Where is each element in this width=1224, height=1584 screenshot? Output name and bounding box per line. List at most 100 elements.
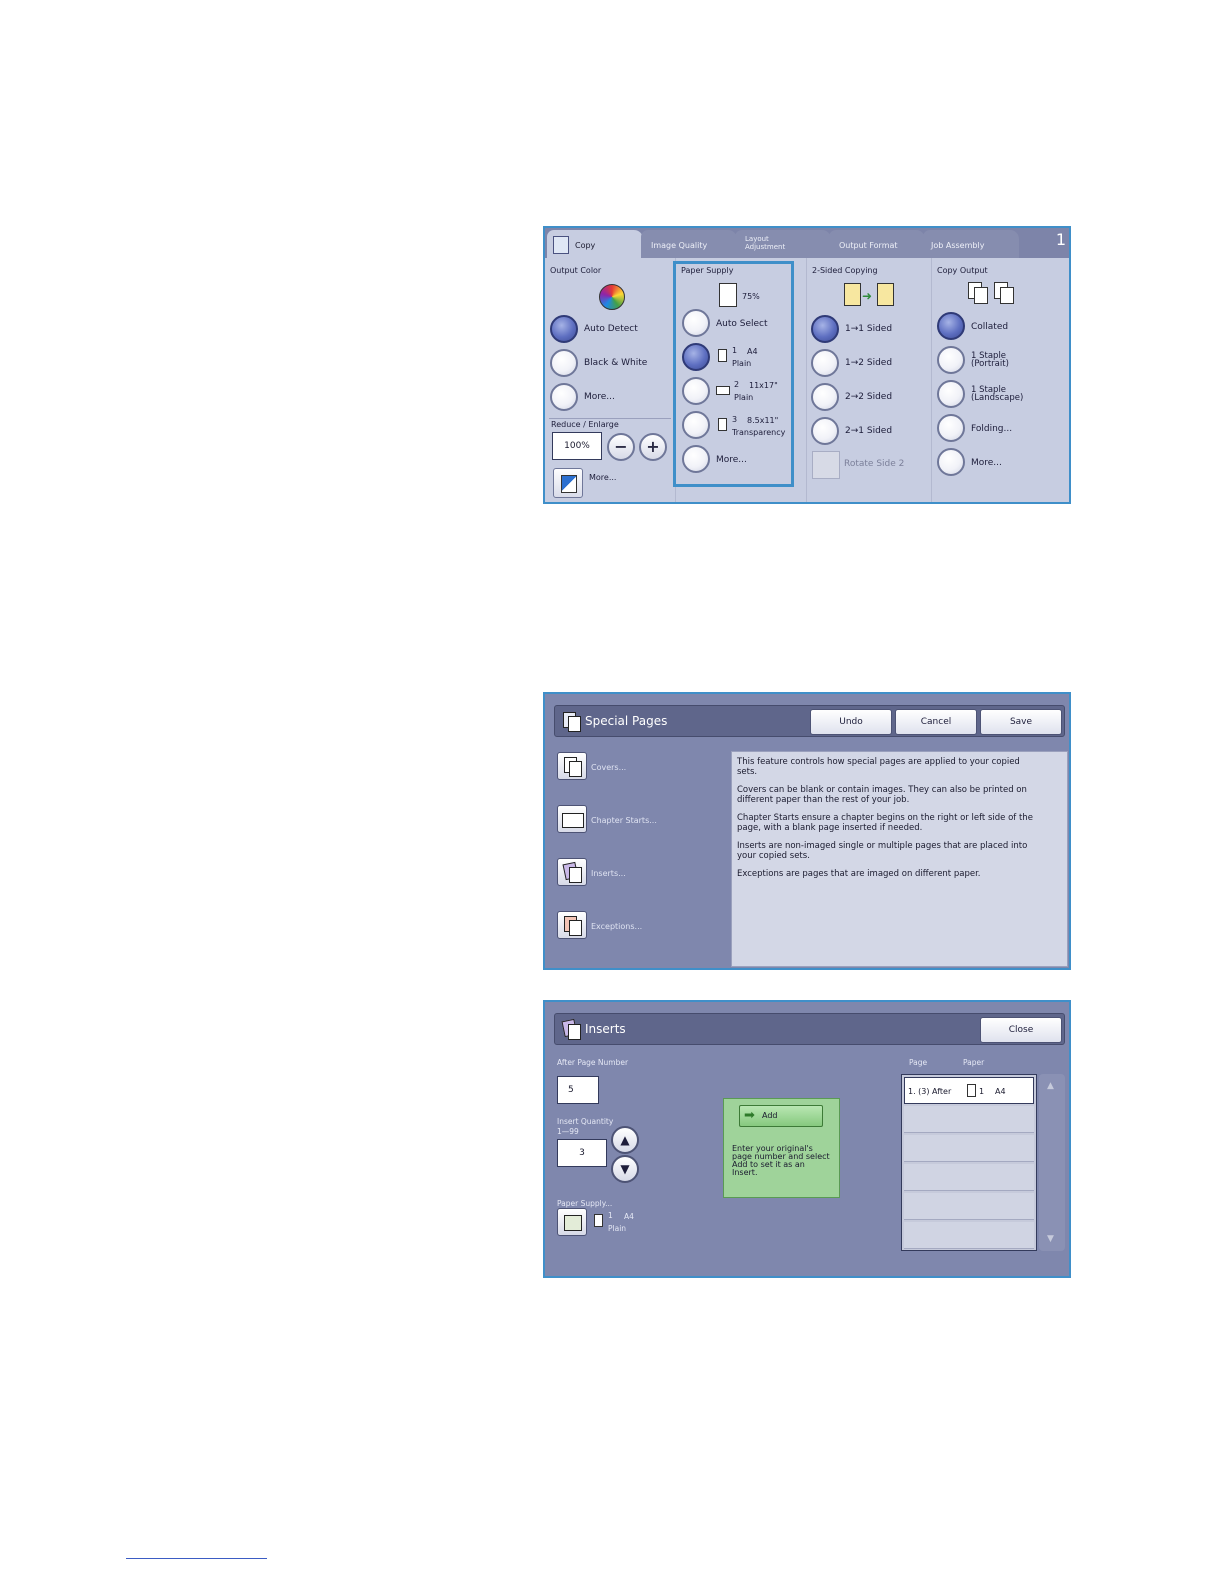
enlarge-plus-button[interactable]: + bbox=[639, 433, 667, 461]
output-color-title: Output Color bbox=[550, 266, 602, 275]
list-scrollbar[interactable]: ▲ ▼ bbox=[1039, 1074, 1065, 1251]
up-arrow-icon: ▲ bbox=[620, 1133, 630, 1147]
folding-radio[interactable] bbox=[937, 414, 965, 442]
save-button[interactable]: Save bbox=[980, 709, 1062, 735]
reduce-enlarge-title: Reduce / Enlarge bbox=[551, 420, 619, 429]
chapter-starts-button[interactable] bbox=[557, 805, 587, 833]
inserts-screen: Inserts Close After Page Number 5 Insert… bbox=[543, 1000, 1071, 1278]
tab-job-assembly[interactable]: Job Assembly bbox=[923, 230, 1019, 258]
undo-button[interactable]: Undo bbox=[810, 709, 892, 735]
inserts-header: Inserts Close bbox=[554, 1013, 1065, 1045]
rotate-side-2-label: Rotate Side 2 bbox=[844, 459, 905, 469]
add-button[interactable]: ➡ Add bbox=[739, 1105, 823, 1127]
auto-detect-label: Auto Detect bbox=[584, 324, 638, 334]
output-color-column: Output Color Auto Detect Black & White M… bbox=[545, 258, 675, 502]
list-item[interactable] bbox=[904, 1193, 1034, 1220]
close-button[interactable]: Close bbox=[980, 1017, 1062, 1043]
staple-landscape-label-2: (Landscape) bbox=[971, 393, 1024, 403]
after-page-number-input[interactable]: 5 bbox=[557, 1076, 599, 1104]
list-item[interactable] bbox=[904, 1164, 1034, 1191]
one-to-two-sided-radio[interactable] bbox=[811, 349, 839, 377]
reduce-enlarge-divider bbox=[549, 418, 671, 419]
inserts-title: Inserts bbox=[585, 1022, 626, 1036]
two-to-one-sided-radio[interactable] bbox=[811, 417, 839, 445]
list-item[interactable]: 1. (3) After 1 A4 bbox=[904, 1077, 1034, 1104]
list-item[interactable] bbox=[904, 1222, 1034, 1249]
special-pages-title: Special Pages bbox=[585, 714, 668, 728]
inserts-button[interactable] bbox=[557, 858, 587, 886]
inserts-icon bbox=[561, 1018, 581, 1040]
chapter-starts-label: Chapter Starts... bbox=[591, 816, 657, 825]
two-sided-column: 2-Sided Copying ➜ 1→1 Sided 1→2 Sided 2→… bbox=[806, 258, 931, 502]
add-help-text: Enter your original's page number and se… bbox=[732, 1144, 830, 1177]
staple-portrait-radio[interactable] bbox=[937, 346, 965, 374]
one-to-one-sided-label: 1→1 Sided bbox=[845, 324, 893, 334]
exceptions-label: Exceptions... bbox=[591, 922, 643, 931]
down-arrow-icon: ▼ bbox=[620, 1162, 630, 1176]
two-sided-icon: ➜ bbox=[844, 283, 894, 306]
tab-copy[interactable]: Copy bbox=[547, 230, 643, 258]
scroll-up-icon[interactable]: ▲ bbox=[1047, 1081, 1054, 1091]
special-pages-screen: Special Pages Undo Cancel Save Covers...… bbox=[543, 692, 1071, 970]
paper-supply-button[interactable] bbox=[557, 1208, 587, 1236]
black-white-radio[interactable] bbox=[550, 349, 578, 377]
insert-quantity-range: 1—99 bbox=[557, 1127, 579, 1136]
arrow-right-icon: ➡ bbox=[744, 1108, 755, 1123]
scale-icon bbox=[561, 475, 577, 493]
reduce-enlarge-more-label: More... bbox=[589, 473, 617, 482]
insert-quantity-label: Insert Quantity bbox=[557, 1117, 614, 1126]
staple-portrait-label-2: (Portrait) bbox=[971, 359, 1009, 369]
paper-size: A4 bbox=[624, 1212, 634, 1221]
staple-landscape-radio[interactable] bbox=[937, 380, 965, 408]
special-pages-header: Special Pages Undo Cancel Save bbox=[554, 705, 1065, 737]
color-wheel-icon bbox=[599, 284, 625, 310]
collated-sets-icon bbox=[968, 282, 1022, 306]
reduce-enlarge-value[interactable]: 100% bbox=[552, 432, 602, 460]
quantity-down-button[interactable]: ▼ bbox=[611, 1155, 639, 1183]
exceptions-button[interactable] bbox=[557, 911, 587, 939]
output-color-more-radio[interactable] bbox=[550, 383, 578, 411]
paper-type: Plain bbox=[608, 1224, 627, 1233]
list-item[interactable] bbox=[904, 1106, 1034, 1133]
two-to-one-sided-label: 2→1 Sided bbox=[845, 426, 893, 436]
special-pages-info-panel: This feature controls how special pages … bbox=[731, 751, 1068, 967]
tab-image-quality[interactable]: Image Quality bbox=[641, 230, 737, 258]
two-sided-title: 2-Sided Copying bbox=[812, 266, 878, 275]
tab-layout-adjustment[interactable]: Layout Adjustment bbox=[735, 230, 831, 258]
list-item[interactable] bbox=[904, 1135, 1034, 1162]
paper-tray-icon bbox=[564, 1215, 582, 1231]
collated-radio[interactable] bbox=[937, 312, 965, 340]
auto-detect-radio[interactable] bbox=[550, 315, 578, 343]
tab-output-format[interactable]: Output Format bbox=[829, 230, 925, 258]
paper-supply-label: Paper Supply... bbox=[557, 1199, 613, 1208]
quantity-up-button[interactable]: ▲ bbox=[611, 1126, 639, 1154]
copy-output-title: Copy Output bbox=[937, 266, 988, 275]
covers-button[interactable] bbox=[557, 752, 587, 780]
page-column-header: Page bbox=[909, 1058, 928, 1067]
chapter-starts-icon bbox=[562, 813, 584, 828]
info-paragraph: Inserts are non-imaged single or multipl… bbox=[737, 841, 1028, 861]
two-to-two-sided-label: 2→2 Sided bbox=[845, 392, 893, 402]
add-insert-panel: ➡ Add Enter your original's page number … bbox=[723, 1098, 840, 1198]
one-to-one-sided-radio[interactable] bbox=[811, 315, 839, 343]
info-paragraph: Exceptions are pages that are imaged on … bbox=[737, 869, 981, 879]
covers-label: Covers... bbox=[591, 763, 627, 772]
tab-count: 1 bbox=[1055, 230, 1066, 249]
insert-quantity-input[interactable]: 3 bbox=[557, 1139, 607, 1167]
two-to-two-sided-radio[interactable] bbox=[811, 383, 839, 411]
inserts-list: 1. (3) After 1 A4 bbox=[901, 1074, 1037, 1251]
reduce-minus-button[interactable]: − bbox=[607, 433, 635, 461]
one-to-two-sided-label: 1→2 Sided bbox=[845, 358, 893, 368]
paper-tray-number: 1 bbox=[608, 1211, 613, 1220]
output-color-more-label: More... bbox=[584, 392, 615, 402]
inserts-label: Inserts... bbox=[591, 869, 626, 878]
paper-supply-highlight bbox=[673, 261, 794, 487]
scroll-down-icon[interactable]: ▼ bbox=[1047, 1234, 1054, 1244]
cancel-button[interactable]: Cancel bbox=[895, 709, 977, 735]
portrait-paper-icon bbox=[967, 1084, 976, 1097]
rotate-side-2-checkbox[interactable] bbox=[812, 451, 840, 479]
paper-column-header: Paper bbox=[963, 1058, 985, 1067]
reduce-enlarge-more-button[interactable] bbox=[553, 468, 583, 498]
pages-stack-icon bbox=[563, 712, 581, 732]
copy-output-more-radio[interactable] bbox=[937, 448, 965, 476]
